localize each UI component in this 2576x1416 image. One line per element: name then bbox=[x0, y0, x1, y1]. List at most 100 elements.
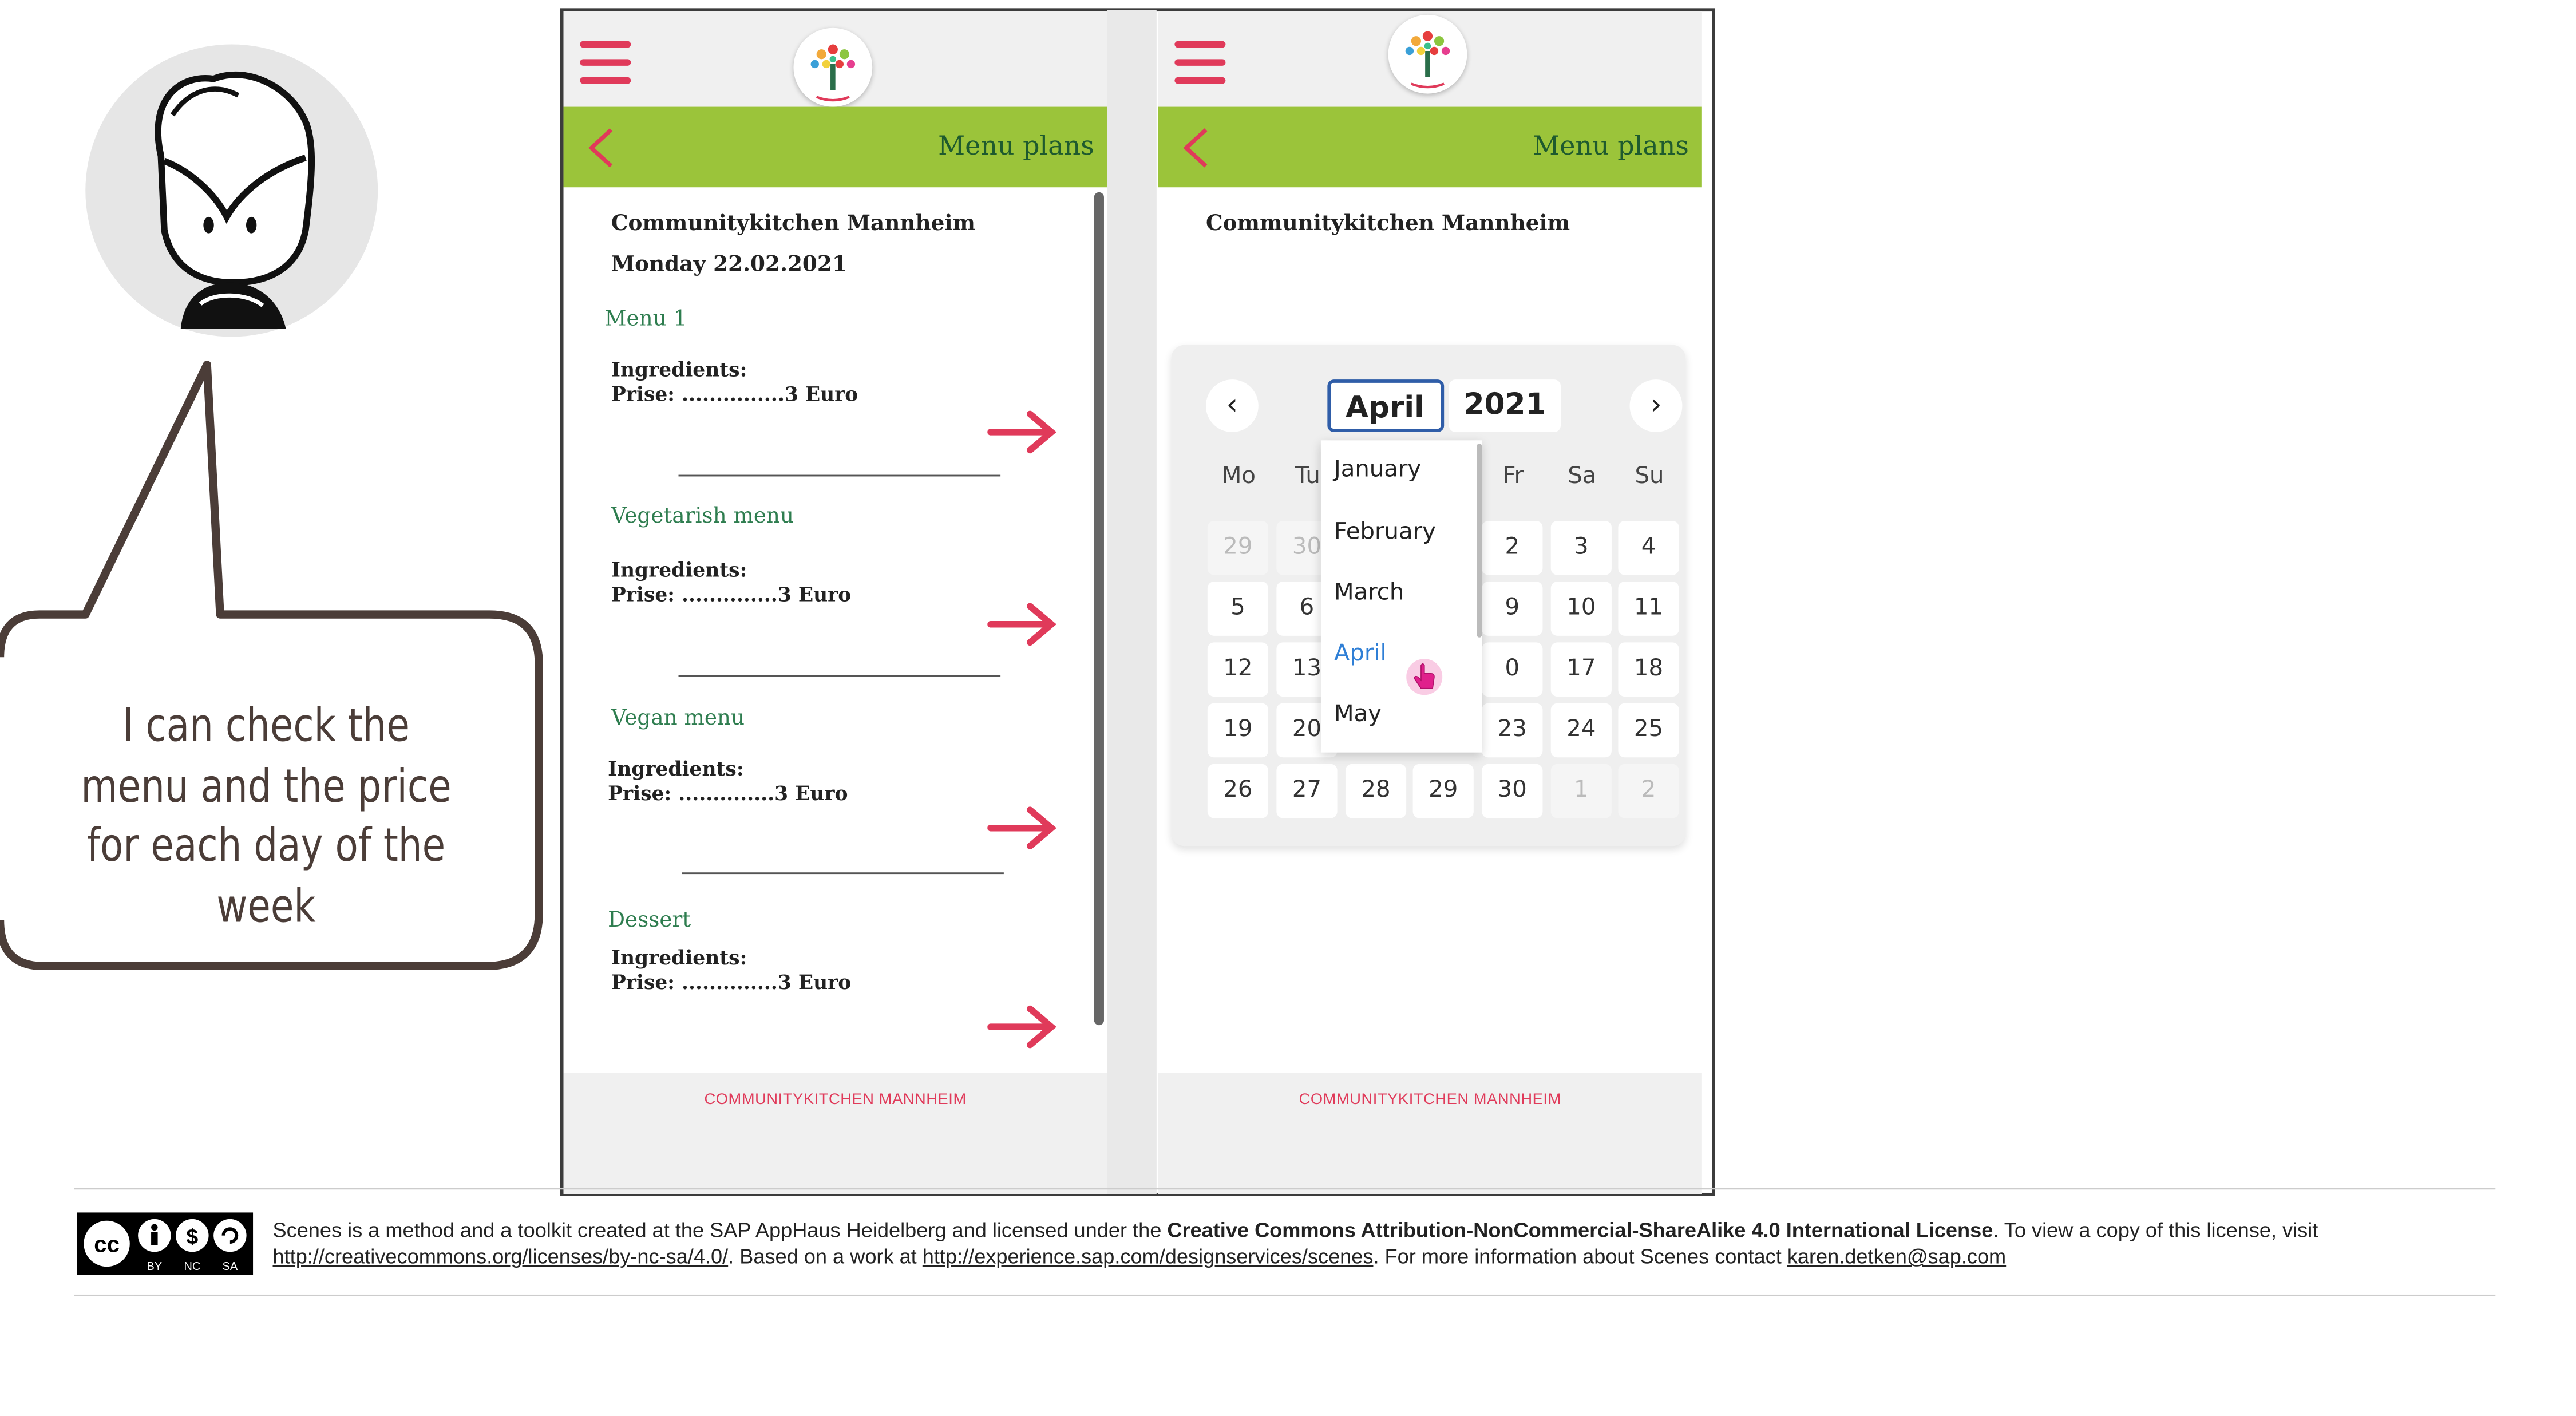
screen-divider bbox=[1107, 10, 1157, 1194]
ingredients-label: Ingredients: bbox=[611, 558, 747, 582]
weekday-label: Su bbox=[1635, 463, 1664, 490]
tree-logo-icon bbox=[1388, 14, 1467, 94]
month-option[interactable]: March bbox=[1334, 580, 1404, 606]
kitchen-name: Communitykitchen Mannheim bbox=[1205, 212, 1570, 237]
calendar-day[interactable]: 0 bbox=[1482, 642, 1543, 697]
calendar-day[interactable]: 29 bbox=[1207, 520, 1269, 575]
price-label: Prise: ...............3 Euro bbox=[611, 382, 858, 406]
menu-title: Menu 1 bbox=[604, 307, 687, 332]
month-option[interactable]: May bbox=[1334, 702, 1382, 728]
hamburger-menu-icon[interactable] bbox=[1174, 41, 1227, 84]
divider-line bbox=[74, 1188, 2496, 1190]
hamburger-menu-icon[interactable] bbox=[580, 41, 632, 84]
calendar-day[interactable]: 26 bbox=[1207, 764, 1269, 818]
speech-bubble-text: I can check the menu and the price for e… bbox=[81, 698, 452, 933]
svg-text:BY: BY bbox=[147, 1260, 162, 1273]
svg-text:$: $ bbox=[186, 1224, 198, 1248]
arrow-right-icon[interactable] bbox=[987, 804, 1059, 853]
menu-title: Vegan menu bbox=[611, 706, 745, 731]
calendar-day[interactable]: 3 bbox=[1550, 520, 1612, 575]
month-option[interactable]: January bbox=[1334, 457, 1421, 483]
calendar-day[interactable]: 18 bbox=[1618, 642, 1679, 697]
menu-details: Ingredients: Prise: ..............3 Euro bbox=[611, 946, 851, 995]
menu-title: Dessert bbox=[608, 908, 691, 934]
svg-text:cc: cc bbox=[94, 1231, 120, 1257]
separator-line bbox=[678, 675, 1001, 677]
calendar-day[interactable]: 25 bbox=[1618, 703, 1679, 758]
header-bar: Menu plans bbox=[1158, 106, 1702, 188]
scenes-link[interactable]: http://experience.sap.com/designservices… bbox=[923, 1245, 1374, 1268]
calendar-day[interactable]: 19 bbox=[1207, 703, 1269, 758]
separator-line bbox=[682, 872, 1004, 875]
calendar-day[interactable]: 10 bbox=[1550, 582, 1612, 636]
arrow-right-icon[interactable] bbox=[987, 408, 1059, 457]
month-option[interactable]: February bbox=[1334, 519, 1436, 545]
calendar-day[interactable]: 30 bbox=[1482, 764, 1543, 818]
calendar-day[interactable]: 27 bbox=[1276, 764, 1338, 818]
calendar-day[interactable]: 12 bbox=[1207, 642, 1269, 697]
header-bar: Menu plans bbox=[563, 106, 1107, 188]
tree-logo-icon bbox=[793, 27, 873, 107]
page-title: Menu plans bbox=[1533, 129, 1689, 161]
left-screen: Menu plans Communitykitchen Mannheim Mon… bbox=[563, 11, 1107, 1194]
hand-cursor-icon bbox=[1406, 659, 1443, 695]
contact-email-link[interactable]: karen.detken@sap.com bbox=[1787, 1245, 2006, 1268]
footer-bar: COMMUNITYKITCHEN MANNHEIM bbox=[1158, 1073, 1702, 1194]
menu-date: Monday 22.02.2021 bbox=[611, 253, 847, 278]
license-name: Creative Commons Attribution-NonCommerci… bbox=[1167, 1219, 1993, 1243]
next-month-button[interactable]: › bbox=[1629, 379, 1683, 432]
back-chevron-icon[interactable] bbox=[1181, 126, 1211, 169]
price-label: Prise: ..............3 Euro bbox=[608, 782, 848, 805]
year-select[interactable]: 2021 bbox=[1449, 379, 1561, 432]
calendar-day[interactable]: 17 bbox=[1550, 642, 1612, 697]
price-label: Prise: ..............3 Euro bbox=[611, 971, 852, 994]
ingredients-label: Ingredients: bbox=[611, 946, 747, 970]
calendar-day[interactable]: 23 bbox=[1482, 703, 1543, 758]
calendar-day[interactable]: 9 bbox=[1482, 582, 1543, 636]
calendar-day[interactable]: 4 bbox=[1618, 520, 1679, 575]
scrollbar[interactable] bbox=[1094, 192, 1104, 1026]
page-title: Menu plans bbox=[938, 129, 1094, 161]
license-part: Scenes is a method and a toolkit created… bbox=[272, 1219, 1168, 1243]
ingredients-label: Ingredients: bbox=[608, 757, 744, 781]
calendar-day[interactable]: 28 bbox=[1345, 764, 1407, 818]
license-part: . Based on a work at bbox=[728, 1245, 923, 1269]
calendar-day[interactable]: 1 bbox=[1550, 764, 1612, 818]
ingredients-label: Ingredients: bbox=[611, 358, 747, 381]
license-part: . To view a copy of this license, visit bbox=[1993, 1219, 2318, 1243]
year-select-value: 2021 bbox=[1463, 387, 1546, 422]
footer-bar: COMMUNITYKITCHEN MANNHEIM bbox=[563, 1073, 1107, 1194]
footer-text: COMMUNITYKITCHEN MANNHEIM bbox=[1299, 1091, 1561, 1109]
prev-month-button[interactable]: ‹ bbox=[1205, 379, 1259, 432]
dropdown-scrollbar[interactable] bbox=[1477, 444, 1482, 638]
calendar-day[interactable]: 29 bbox=[1412, 764, 1474, 818]
top-bar bbox=[563, 11, 1107, 107]
svg-text:SA: SA bbox=[222, 1260, 238, 1273]
back-chevron-icon[interactable] bbox=[587, 126, 616, 169]
calendar-day[interactable]: 24 bbox=[1550, 703, 1612, 758]
month-select-value: April bbox=[1345, 391, 1424, 426]
month-select[interactable]: April bbox=[1327, 379, 1445, 432]
weekday-label: Fr bbox=[1502, 463, 1524, 490]
top-bar bbox=[1158, 11, 1702, 107]
divider-line bbox=[74, 1294, 2496, 1296]
arrow-right-icon[interactable] bbox=[987, 1002, 1059, 1051]
menu-details: Ingredients: Prise: ..............3 Euro bbox=[611, 559, 851, 608]
month-dropdown: January February March April May bbox=[1320, 440, 1482, 753]
footer-text: COMMUNITYKITCHEN MANNHEIM bbox=[704, 1091, 967, 1109]
calendar-day[interactable]: 5 bbox=[1207, 582, 1269, 636]
cc-license-badge: cc $ BY NC SA bbox=[77, 1212, 254, 1275]
arrow-right-icon[interactable] bbox=[987, 600, 1059, 649]
separator-line bbox=[678, 474, 1001, 477]
calendar-day[interactable]: 2 bbox=[1482, 520, 1543, 575]
calendar-day[interactable]: 2 bbox=[1618, 764, 1679, 818]
license-text: Scenes is a method and a toolkit created… bbox=[273, 1217, 2343, 1270]
month-option-selected[interactable]: April bbox=[1334, 640, 1387, 667]
weekday-label: Mo bbox=[1221, 463, 1256, 490]
menu-details: Ingredients: Prise: ..............3 Euro bbox=[608, 757, 848, 806]
license-link[interactable]: http://creativecommons.org/licenses/by-n… bbox=[273, 1245, 729, 1268]
kitchen-name: Communitykitchen Mannheim bbox=[611, 212, 976, 237]
menu-title: Vegetarish menu bbox=[611, 504, 794, 529]
calendar-day[interactable]: 11 bbox=[1618, 582, 1679, 636]
license-part: . For more information about Scenes cont… bbox=[1373, 1245, 1787, 1269]
